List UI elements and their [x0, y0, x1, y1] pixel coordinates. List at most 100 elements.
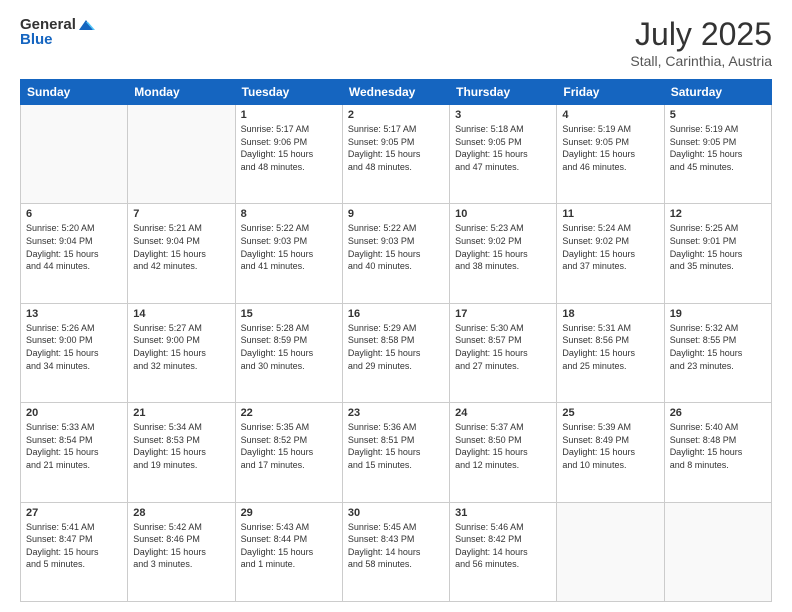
location: Stall, Carinthia, Austria — [630, 53, 772, 69]
day-info: Sunrise: 5:28 AM Sunset: 8:59 PM Dayligh… — [241, 322, 337, 372]
day-number: 7 — [133, 208, 229, 220]
day-info: Sunrise: 5:39 AM Sunset: 8:49 PM Dayligh… — [562, 421, 658, 471]
calendar-cell: 8 Sunrise: 5:22 AM Sunset: 9:03 PM Daylig… — [235, 204, 342, 303]
day-info: Sunrise: 5:19 AM Sunset: 9:05 PM Dayligh… — [562, 123, 658, 173]
calendar-cell — [557, 502, 664, 601]
day-info: Sunrise: 5:23 AM Sunset: 9:02 PM Dayligh… — [455, 222, 551, 272]
calendar-cell: 10 Sunrise: 5:23 AM Sunset: 9:02 PM Dayli… — [450, 204, 557, 303]
calendar-cell — [664, 502, 771, 601]
calendar-table: Sunday Monday Tuesday Wednesday Thursday… — [20, 79, 772, 602]
calendar-header-row: Sunday Monday Tuesday Wednesday Thursday… — [21, 80, 772, 105]
calendar-cell: 27 Sunrise: 5:41 AM Sunset: 8:47 PM Dayli… — [21, 502, 128, 601]
day-number: 27 — [26, 507, 122, 519]
calendar-cell: 30 Sunrise: 5:45 AM Sunset: 8:43 PM Dayli… — [342, 502, 449, 601]
calendar-cell: 11 Sunrise: 5:24 AM Sunset: 9:02 PM Dayli… — [557, 204, 664, 303]
day-info: Sunrise: 5:35 AM Sunset: 8:52 PM Dayligh… — [241, 421, 337, 471]
calendar-cell: 18Sunrise: 5:31 AM Sunset: 8:56 PM Dayli… — [557, 303, 664, 402]
header-monday: Monday — [128, 80, 235, 105]
day-number: 24 — [455, 407, 551, 419]
day-info: Sunrise: 5:30 AM Sunset: 8:57 PM Dayligh… — [455, 322, 551, 372]
calendar-cell: 2 Sunrise: 5:17 AM Sunset: 9:05 PM Daylig… — [342, 105, 449, 204]
calendar-week-4: 20Sunrise: 5:33 AM Sunset: 8:54 PM Dayli… — [21, 403, 772, 502]
day-number: 28 — [133, 507, 229, 519]
day-info: Sunrise: 5:36 AM Sunset: 8:51 PM Dayligh… — [348, 421, 444, 471]
day-number: 22 — [241, 407, 337, 419]
day-info: Sunrise: 5:46 AM Sunset: 8:42 PM Dayligh… — [455, 521, 551, 571]
day-number: 17 — [455, 308, 551, 320]
day-number: 3 — [455, 109, 551, 121]
day-info: Sunrise: 5:21 AM Sunset: 9:04 PM Dayligh… — [133, 222, 229, 272]
calendar-cell: 15 Sunrise: 5:28 AM Sunset: 8:59 PM Dayli… — [235, 303, 342, 402]
day-info: Sunrise: 5:19 AM Sunset: 9:05 PM Dayligh… — [670, 123, 766, 173]
calendar-cell: 9 Sunrise: 5:22 AM Sunset: 9:03 PM Daylig… — [342, 204, 449, 303]
day-info: Sunrise: 5:26 AM Sunset: 9:00 PM Dayligh… — [26, 322, 122, 372]
header-friday: Friday — [557, 80, 664, 105]
day-number: 13 — [26, 308, 122, 320]
day-number: 2 — [348, 109, 444, 121]
day-number: 31 — [455, 507, 551, 519]
day-info: Sunrise: 5:24 AM Sunset: 9:02 PM Dayligh… — [562, 222, 658, 272]
header-sunday: Sunday — [21, 80, 128, 105]
calendar-week-5: 27 Sunrise: 5:41 AM Sunset: 8:47 PM Dayli… — [21, 502, 772, 601]
day-number: 19 — [670, 308, 766, 320]
day-number: 15 — [241, 308, 337, 320]
calendar-cell: 14Sunrise: 5:27 AM Sunset: 9:00 PM Dayli… — [128, 303, 235, 402]
day-info: Sunrise: 5:22 AM Sunset: 9:03 PM Dayligh… — [348, 222, 444, 272]
day-info: Sunrise: 5:34 AM Sunset: 8:53 PM Dayligh… — [133, 421, 229, 471]
day-info: Sunrise: 5:42 AM Sunset: 8:46 PM Dayligh… — [133, 521, 229, 571]
day-number: 26 — [670, 407, 766, 419]
day-number: 8 — [241, 208, 337, 220]
day-info: Sunrise: 5:45 AM Sunset: 8:43 PM Dayligh… — [348, 521, 444, 571]
calendar-week-2: 6Sunrise: 5:20 AM Sunset: 9:04 PM Daylig… — [21, 204, 772, 303]
day-number: 25 — [562, 407, 658, 419]
day-info: Sunrise: 5:33 AM Sunset: 8:54 PM Dayligh… — [26, 421, 122, 471]
calendar-cell: 24 Sunrise: 5:37 AM Sunset: 8:50 PM Dayli… — [450, 403, 557, 502]
day-number: 11 — [562, 208, 658, 220]
day-info: Sunrise: 5:43 AM Sunset: 8:44 PM Dayligh… — [241, 521, 337, 571]
day-number: 23 — [348, 407, 444, 419]
calendar-cell: 26 Sunrise: 5:40 AM Sunset: 8:48 PM Dayli… — [664, 403, 771, 502]
calendar-cell: 28 Sunrise: 5:42 AM Sunset: 8:46 PM Dayli… — [128, 502, 235, 601]
calendar-cell: 5Sunrise: 5:19 AM Sunset: 9:05 PM Daylig… — [664, 105, 771, 204]
calendar-cell: 17 Sunrise: 5:30 AM Sunset: 8:57 PM Dayli… — [450, 303, 557, 402]
calendar-cell: 12Sunrise: 5:25 AM Sunset: 9:01 PM Dayli… — [664, 204, 771, 303]
header-saturday: Saturday — [664, 80, 771, 105]
calendar-cell: 23 Sunrise: 5:36 AM Sunset: 8:51 PM Dayli… — [342, 403, 449, 502]
day-number: 29 — [241, 507, 337, 519]
logo-icon — [77, 18, 95, 32]
day-info: Sunrise: 5:27 AM Sunset: 9:00 PM Dayligh… — [133, 322, 229, 372]
calendar-cell: 3 Sunrise: 5:18 AM Sunset: 9:05 PM Daylig… — [450, 105, 557, 204]
day-number: 4 — [562, 109, 658, 121]
calendar-cell: 1Sunrise: 5:17 AM Sunset: 9:06 PM Daylig… — [235, 105, 342, 204]
day-number: 1 — [241, 109, 337, 121]
day-number: 10 — [455, 208, 551, 220]
day-number: 30 — [348, 507, 444, 519]
day-info: Sunrise: 5:41 AM Sunset: 8:47 PM Dayligh… — [26, 521, 122, 571]
header-thursday: Thursday — [450, 80, 557, 105]
day-number: 18 — [562, 308, 658, 320]
day-info: Sunrise: 5:18 AM Sunset: 9:05 PM Dayligh… — [455, 123, 551, 173]
calendar-cell: 13 Sunrise: 5:26 AM Sunset: 9:00 PM Dayli… — [21, 303, 128, 402]
calendar-week-1: 1Sunrise: 5:17 AM Sunset: 9:06 PM Daylig… — [21, 105, 772, 204]
calendar-cell: 7 Sunrise: 5:21 AM Sunset: 9:04 PM Daylig… — [128, 204, 235, 303]
header-tuesday: Tuesday — [235, 80, 342, 105]
month-year: July 2025 — [630, 16, 772, 53]
day-number: 9 — [348, 208, 444, 220]
day-info: Sunrise: 5:40 AM Sunset: 8:48 PM Dayligh… — [670, 421, 766, 471]
day-info: Sunrise: 5:22 AM Sunset: 9:03 PM Dayligh… — [241, 222, 337, 272]
header-wednesday: Wednesday — [342, 80, 449, 105]
calendar-cell: 4 Sunrise: 5:19 AM Sunset: 9:05 PM Daylig… — [557, 105, 664, 204]
page: General Blue July 2025 Stall, Carinthia,… — [0, 0, 792, 612]
day-number: 16 — [348, 308, 444, 320]
day-info: Sunrise: 5:32 AM Sunset: 8:55 PM Dayligh… — [670, 322, 766, 372]
calendar-cell: 6Sunrise: 5:20 AM Sunset: 9:04 PM Daylig… — [21, 204, 128, 303]
logo: General Blue — [20, 16, 96, 48]
logo-blue: Blue — [20, 31, 53, 48]
day-info: Sunrise: 5:37 AM Sunset: 8:50 PM Dayligh… — [455, 421, 551, 471]
day-number: 12 — [670, 208, 766, 220]
day-info: Sunrise: 5:20 AM Sunset: 9:04 PM Dayligh… — [26, 222, 122, 272]
calendar-cell: 29 Sunrise: 5:43 AM Sunset: 8:44 PM Dayli… — [235, 502, 342, 601]
calendar-cell: 21Sunrise: 5:34 AM Sunset: 8:53 PM Dayli… — [128, 403, 235, 502]
calendar-cell: 31 Sunrise: 5:46 AM Sunset: 8:42 PM Dayli… — [450, 502, 557, 601]
day-info: Sunrise: 5:17 AM Sunset: 9:05 PM Dayligh… — [348, 123, 444, 173]
